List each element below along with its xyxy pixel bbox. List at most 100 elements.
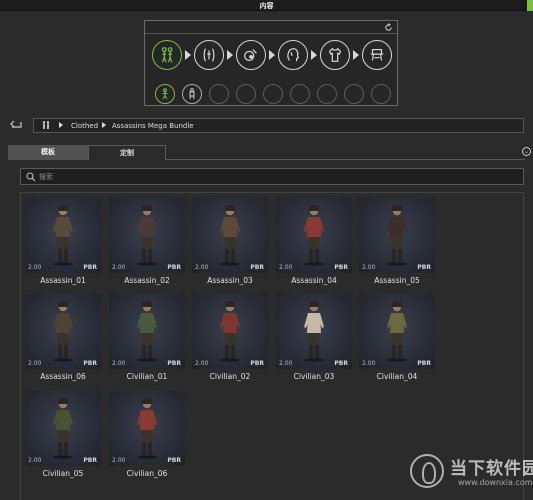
watermark-url: www.downxia.com	[458, 478, 533, 487]
subcategory-icon-row	[155, 84, 395, 104]
category-icon-row	[150, 40, 392, 74]
body-morph-icon[interactable]	[194, 40, 224, 70]
character-name: Assassin_02	[124, 276, 170, 285]
character-figure	[387, 301, 407, 362]
character-name: Civilian_03	[293, 372, 335, 381]
version-label: 2.00	[279, 360, 293, 367]
pbr-badge: PBR	[417, 360, 431, 367]
refresh-icon[interactable]	[384, 23, 393, 32]
version-label: 2.00	[279, 264, 293, 271]
breadcrumb: Clothed Assassins Mega Bundle	[33, 118, 524, 133]
character-outline-icon[interactable]	[182, 84, 202, 104]
back-icon[interactable]	[10, 119, 22, 131]
version-label: 2.00	[112, 457, 126, 464]
tab-custom[interactable]: 定制	[88, 145, 166, 160]
title-bar: 内容	[0, 0, 533, 11]
version-label: 2.00	[112, 264, 126, 271]
empty-slot[interactable]	[263, 84, 283, 104]
version-label: 2.00	[28, 457, 42, 464]
breadcrumb-separator-icon	[59, 122, 63, 128]
accessory-icon[interactable]	[362, 40, 392, 70]
character-icon[interactable]	[155, 84, 175, 104]
clothing-icon[interactable]	[320, 40, 350, 70]
character-name: Civilian_01	[126, 372, 168, 381]
character-thumbnail[interactable]: 2.00 PBR	[25, 391, 101, 466]
character-name: Assassin_04	[291, 276, 337, 285]
watermark-text: 当下软件园	[450, 459, 533, 479]
character-name: Civilian_02	[209, 372, 251, 381]
navigation-row: Clothed Assassins Mega Bundle	[0, 115, 533, 135]
empty-slot[interactable]	[344, 84, 364, 104]
version-label: 2.00	[195, 360, 209, 367]
character-figure	[53, 301, 73, 362]
pbr-badge: PBR	[167, 457, 181, 464]
character-name: Assassin_06	[40, 372, 86, 381]
skin-icon[interactable]	[236, 40, 266, 70]
version-label: 2.00	[362, 264, 376, 271]
pbr-badge: PBR	[250, 264, 264, 271]
version-label: 2.00	[28, 360, 42, 367]
character-figure	[220, 205, 240, 266]
search-icon	[26, 172, 36, 184]
character-thumbnail[interactable]: 2.00 PBR	[276, 294, 352, 369]
pbr-badge: PBR	[167, 360, 181, 367]
empty-slot[interactable]	[371, 84, 391, 104]
character-thumbnail[interactable]: 2.00 PBR	[109, 391, 185, 466]
pbr-badge: PBR	[417, 264, 431, 271]
tab-template[interactable]: 模板	[8, 145, 88, 160]
category-panel	[144, 20, 398, 106]
version-label: 2.00	[112, 360, 126, 367]
empty-slot[interactable]	[317, 84, 337, 104]
pbr-badge: PBR	[83, 264, 97, 271]
search-bar	[20, 168, 524, 185]
pbr-badge: PBR	[167, 264, 181, 271]
chevron-down-icon[interactable]: ⌄	[522, 147, 531, 156]
character-thumbnail[interactable]: 2.00 PBR	[359, 294, 435, 369]
watermark-logo	[410, 454, 444, 488]
character-name: Civilian_05	[42, 469, 84, 478]
arrow-icon	[185, 50, 191, 60]
version-label: 2.00	[362, 360, 376, 367]
pbr-badge: PBR	[83, 360, 97, 367]
empty-slot[interactable]	[209, 84, 229, 104]
character-thumbnail[interactable]: 2.00 PBR	[359, 198, 435, 273]
character-figure	[53, 205, 73, 266]
character-thumbnail[interactable]: 2.00 PBR	[25, 198, 101, 273]
character-figure	[387, 205, 407, 266]
empty-slot[interactable]	[236, 84, 256, 104]
version-label: 2.00	[28, 264, 42, 271]
character-name: Assassin_05	[374, 276, 420, 285]
character-thumbnail[interactable]: 2.00 PBR	[192, 294, 268, 369]
pbr-badge: PBR	[334, 360, 348, 367]
head-icon[interactable]	[278, 40, 308, 70]
arrow-icon	[269, 50, 275, 60]
character-figure	[304, 301, 324, 362]
version-label: 2.00	[195, 264, 209, 271]
search-input[interactable]	[39, 171, 509, 183]
character-figure	[220, 301, 240, 362]
character-name: Assassin_01	[40, 276, 86, 285]
window-corner-accent	[527, 0, 533, 11]
arrow-icon	[311, 50, 317, 60]
character-name: Assassin_03	[207, 276, 253, 285]
character-figure	[304, 205, 324, 266]
character-name: Civilian_06	[126, 469, 168, 478]
figures-icon[interactable]	[152, 40, 182, 70]
character-thumbnail[interactable]: 2.00 PBR	[109, 198, 185, 273]
character-thumbnail[interactable]: 2.00 PBR	[109, 294, 185, 369]
breadcrumb-item[interactable]: Clothed	[71, 122, 98, 130]
character-thumbnail[interactable]: 2.00 PBR	[276, 198, 352, 273]
tab-bar: 模板 定制	[8, 145, 525, 160]
character-figure	[137, 205, 157, 266]
pbr-badge: PBR	[334, 264, 348, 271]
character-figure	[137, 398, 157, 459]
character-name: Civilian_04	[376, 372, 418, 381]
breadcrumb-separator-icon	[102, 122, 106, 128]
empty-slot[interactable]	[290, 84, 310, 104]
arrow-icon	[227, 50, 233, 60]
library-icon[interactable]	[42, 121, 50, 132]
breadcrumb-item[interactable]: Assassins Mega Bundle	[112, 122, 194, 130]
character-figure	[53, 398, 73, 459]
character-thumbnail[interactable]: 2.00 PBR	[192, 198, 268, 273]
character-thumbnail[interactable]: 2.00 PBR	[25, 294, 101, 369]
